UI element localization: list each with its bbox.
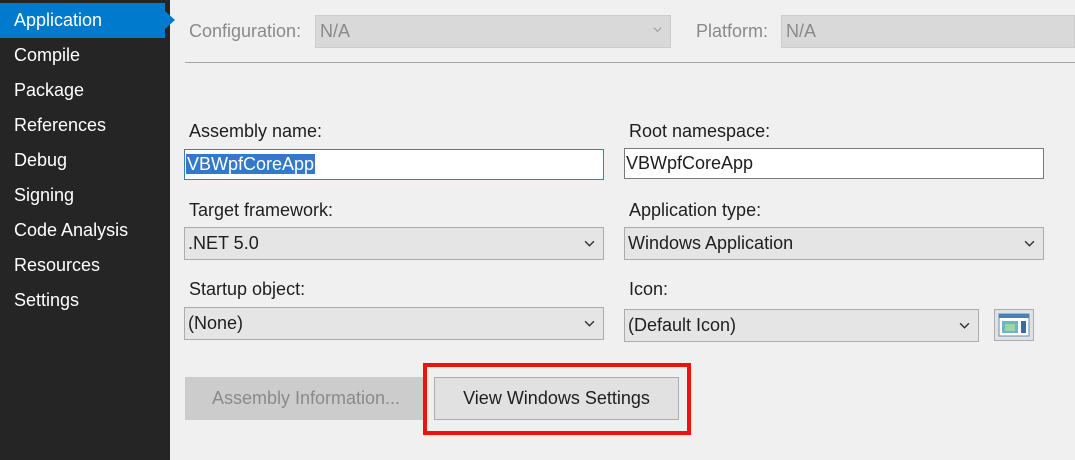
assembly-name-label: Assembly name: [189, 121, 323, 141]
sidebar-item-label: Code Analysis [14, 220, 129, 240]
configuration-label: Configuration: [189, 21, 302, 41]
application-type-value: Windows Application [628, 233, 794, 253]
target-framework-label: Target framework: [189, 200, 334, 220]
startup-object-label: Startup object: [189, 279, 306, 299]
sidebar-item-label: Resources [14, 255, 101, 275]
application-type-label: Application type: [629, 200, 762, 220]
startup-object-value: (None) [188, 313, 244, 333]
chevron-down-icon [584, 320, 595, 327]
sidebar-item-label: Debug [14, 150, 68, 170]
sidebar-item-label: Compile [14, 45, 81, 65]
assembly-name-input[interactable]: VBWpfCoreApp [184, 149, 604, 180]
sidebar: Application Compile Package References D… [0, 0, 175, 460]
chevron-down-icon [1024, 240, 1035, 247]
root-namespace-label: Root namespace: [629, 121, 771, 141]
assembly-information-button[interactable]: Assembly Information... [185, 377, 427, 420]
sidebar-item-settings[interactable]: Settings [0, 283, 79, 318]
configuration-value: N/A [320, 21, 351, 41]
sidebar-item-label: Settings [14, 290, 80, 310]
sidebar-item-code-analysis[interactable]: Code Analysis [0, 213, 128, 248]
configuration-select: N/A [315, 15, 671, 48]
platform-value: N/A [786, 21, 817, 41]
root-namespace-value: VBWpfCoreApp [626, 153, 754, 173]
target-framework-value: .NET 5.0 [188, 233, 259, 253]
sidebar-item-label: Signing [14, 185, 75, 205]
platform-select: N/A [781, 15, 1075, 48]
sidebar-item-label: References [14, 115, 107, 135]
sidebar-item-references[interactable]: References [0, 108, 106, 143]
sidebar-item-debug[interactable]: Debug [0, 143, 67, 178]
app-icon-preview [994, 309, 1034, 341]
icon-value: (Default Icon) [628, 315, 737, 335]
platform-label: Platform: [696, 21, 769, 41]
divider [185, 62, 1075, 63]
sidebar-item-package[interactable]: Package [0, 73, 84, 108]
window-app-icon [998, 313, 1030, 337]
startup-object-select[interactable]: (None) [184, 307, 604, 340]
sidebar-item-resources[interactable]: Resources [0, 248, 100, 283]
icon-label: Icon: [629, 279, 669, 299]
sidebar-item-label: Application [14, 10, 103, 30]
chevron-down-icon [653, 27, 662, 33]
assembly-name-value: VBWpfCoreApp [186, 154, 316, 174]
sidebar-item-application[interactable]: Application [0, 3, 175, 38]
icon-select[interactable]: (Default Icon) [624, 309, 979, 342]
root-namespace-input[interactable]: VBWpfCoreApp [624, 148, 1044, 179]
project-properties-window: Application Compile Package References D… [0, 0, 1075, 460]
highlight-annotation [423, 363, 691, 435]
chevron-down-icon [959, 322, 970, 329]
sidebar-item-signing[interactable]: Signing [0, 178, 74, 213]
target-framework-select[interactable]: .NET 5.0 [184, 227, 604, 260]
application-type-select[interactable]: Windows Application [624, 227, 1044, 260]
sidebar-item-label: Package [14, 80, 85, 100]
chevron-down-icon [584, 240, 595, 247]
sidebar-item-compile[interactable]: Compile [0, 38, 80, 73]
